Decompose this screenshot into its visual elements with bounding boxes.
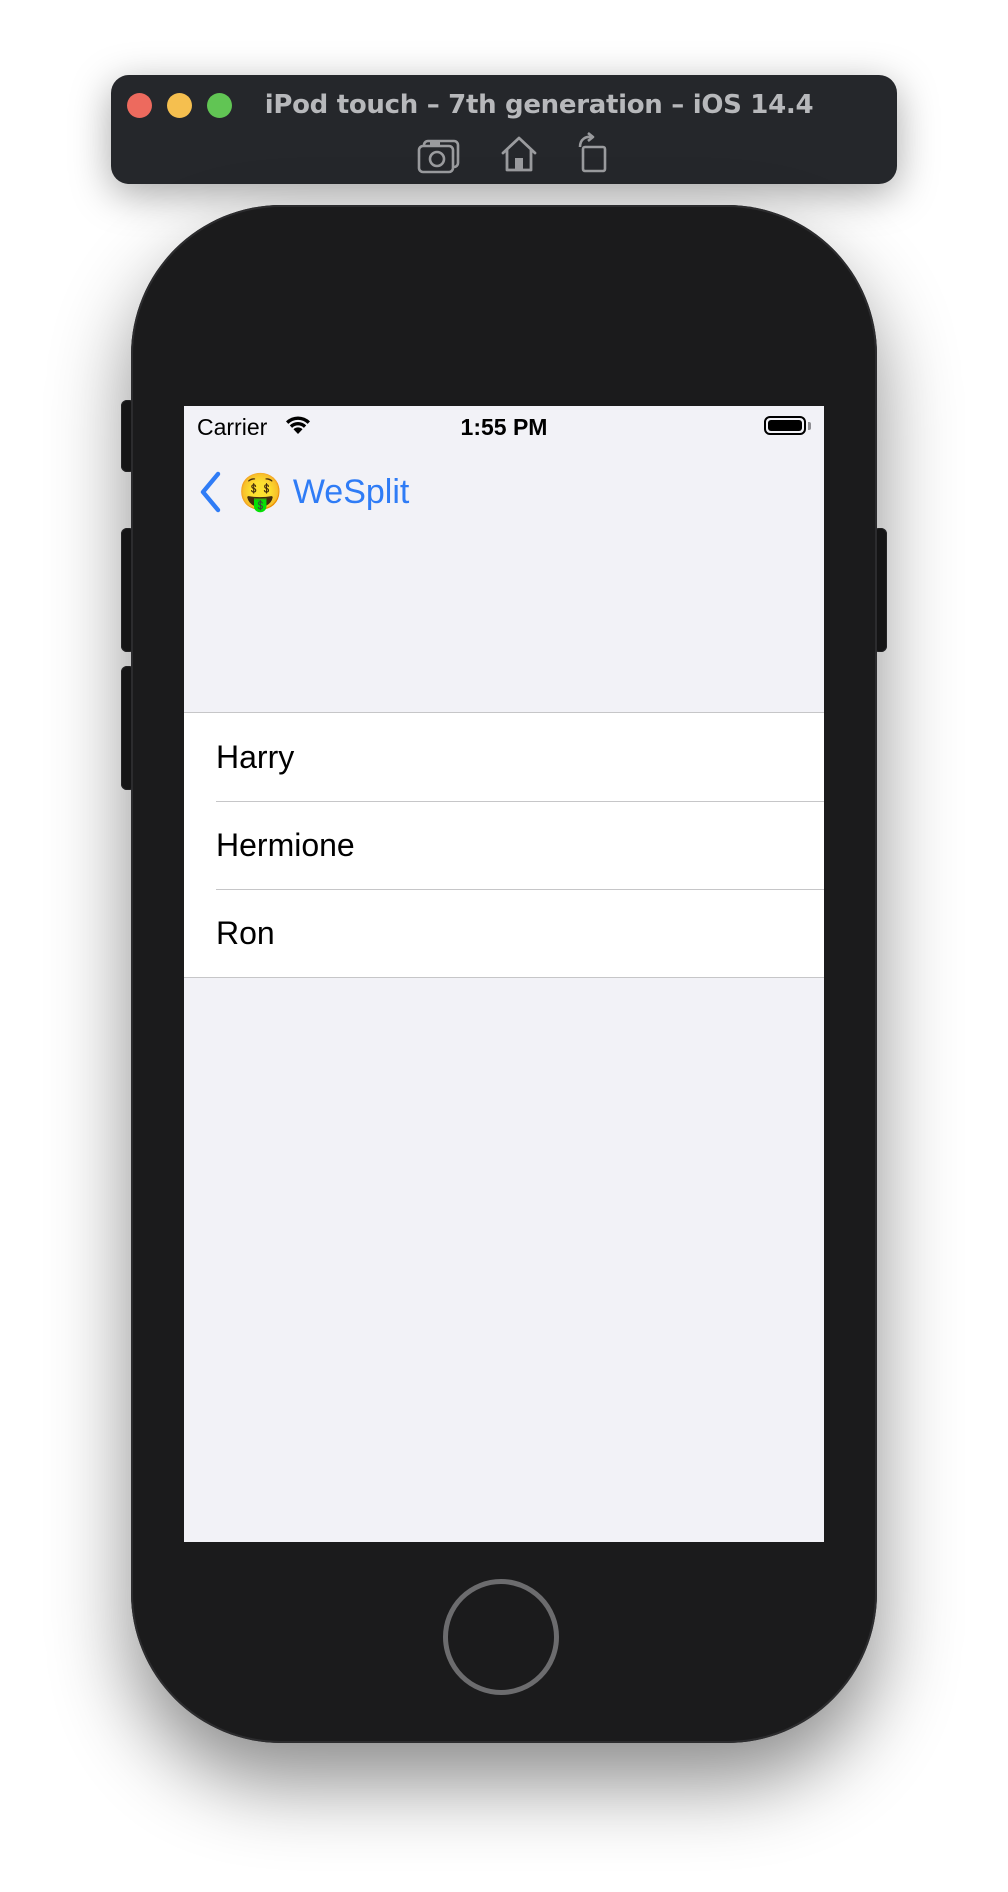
- simulator-title-bar: iPod touch – 7th generation – iOS 14.4: [111, 75, 897, 184]
- navigation-bar: 🤑 WeSplit: [184, 448, 824, 536]
- simulator-title: iPod touch – 7th generation – iOS 14.4: [264, 90, 814, 120]
- list-item-ron[interactable]: Ron: [184, 889, 824, 977]
- list-item-harry[interactable]: Harry: [184, 713, 824, 801]
- screenshot-icon[interactable]: [416, 131, 464, 175]
- list-item-label: Harry: [216, 738, 295, 775]
- status-bar: Carrier 1:55 PM: [184, 406, 824, 448]
- list-item-label: Hermione: [216, 826, 355, 863]
- status-time: 1:55 PM: [460, 414, 548, 440]
- back-button[interactable]: 🤑 WeSplit: [198, 448, 409, 536]
- list-item-label: Ron: [216, 914, 275, 951]
- home-icon[interactable]: [495, 131, 543, 175]
- simulator-toolbar: [111, 131, 897, 175]
- money-mouth-emoji-icon: 🤑: [238, 471, 283, 512]
- battery-level: [768, 420, 802, 431]
- names-list: Harry Hermione Ron: [184, 712, 824, 978]
- home-button[interactable]: [443, 1579, 559, 1695]
- device-screen: Carrier 1:55 PM 🤑 WeSplit Harry Hermione…: [184, 406, 824, 1542]
- list-item-hermione[interactable]: Hermione: [184, 801, 824, 889]
- chevron-left-icon: [200, 471, 221, 513]
- battery-icon: [764, 416, 806, 435]
- back-button-label: WeSplit: [292, 473, 410, 511]
- battery-cap: [808, 422, 811, 430]
- rotate-icon[interactable]: [570, 131, 618, 175]
